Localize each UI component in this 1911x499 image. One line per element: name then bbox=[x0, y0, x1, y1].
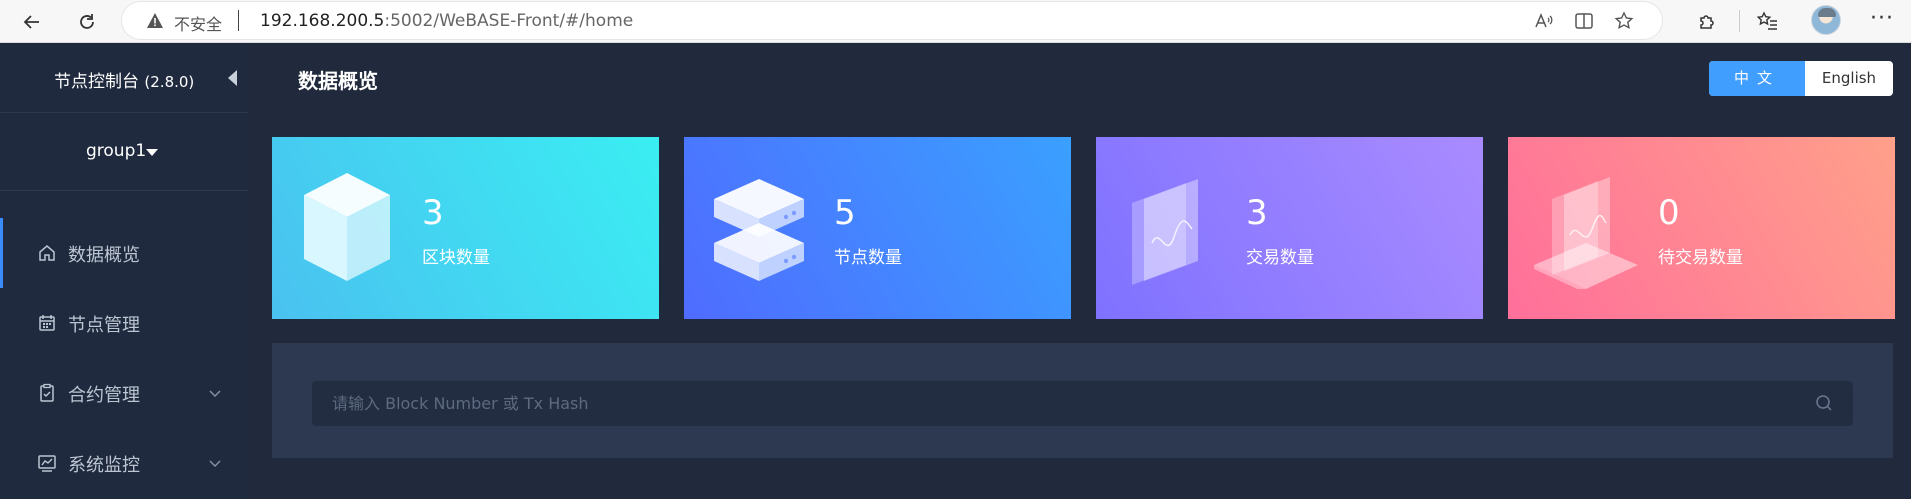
read-aloud-button[interactable] bbox=[1532, 9, 1556, 33]
warning-icon[interactable] bbox=[146, 12, 164, 29]
block-count-value: 3 bbox=[422, 193, 444, 233]
sidebar-item-node-management[interactable]: 节点管理 bbox=[0, 288, 248, 358]
chevron-down-icon[interactable] bbox=[208, 386, 222, 400]
home-icon bbox=[36, 242, 58, 264]
console-name: 节点控制台 bbox=[54, 72, 139, 92]
search-input[interactable] bbox=[312, 381, 1792, 426]
url-text[interactable]: 192.168.200.5:5002/WeBASE-Front/#/home bbox=[260, 11, 633, 31]
pending-transaction-icon bbox=[1534, 177, 1638, 289]
calendar-icon bbox=[36, 312, 58, 334]
sidebar-item-label: 系统监控 bbox=[68, 455, 140, 476]
favorites-list-icon bbox=[1757, 11, 1777, 30]
transaction-count-card[interactable]: 3 交易数量 bbox=[1096, 137, 1483, 319]
url-host: 192.168.200.5 bbox=[260, 11, 385, 31]
star-icon bbox=[1614, 11, 1634, 30]
language-switch[interactable]: 中文 English bbox=[1709, 61, 1893, 96]
sidebar-item-label: 数据概览 bbox=[68, 245, 140, 266]
sidebar-item-overview[interactable]: 数据概览 bbox=[0, 218, 248, 288]
url-path: :5002/WeBASE-Front/#/home bbox=[384, 11, 634, 31]
back-arrow-icon bbox=[23, 15, 39, 29]
lang-chinese-button[interactable]: 中文 bbox=[1709, 61, 1805, 96]
sidebar-header: 节点控制台 (2.8.0) bbox=[0, 43, 248, 113]
collapse-sidebar-icon[interactable] bbox=[228, 70, 237, 86]
search-box[interactable] bbox=[312, 381, 1853, 426]
url-divider bbox=[238, 10, 239, 31]
toolbar-divider bbox=[1739, 10, 1740, 32]
back-button[interactable] bbox=[16, 6, 48, 38]
read-aloud-icon bbox=[1535, 13, 1553, 28]
search-icon[interactable] bbox=[1814, 393, 1834, 413]
console-version: (2.8.0) bbox=[144, 73, 195, 91]
cube-icon bbox=[304, 173, 390, 281]
favorite-button[interactable] bbox=[1612, 9, 1636, 33]
sidebar-item-system-monitor[interactable]: 系统监控 bbox=[0, 428, 248, 498]
lang-english-button[interactable]: English bbox=[1805, 61, 1893, 96]
reader-view-button[interactable] bbox=[1572, 9, 1596, 33]
node-count-card[interactable]: 5 节点数量 bbox=[684, 137, 1071, 319]
pending-transaction-value: 0 bbox=[1658, 193, 1680, 233]
browser-toolbar: 不安全 192.168.200.5:5002/WeBASE-Front/#/ho… bbox=[0, 0, 1911, 43]
main-content: 数据概览 中文 English 3 区块数量 5 节点数量 3 交易数量 0 待… bbox=[248, 43, 1911, 499]
server-stack-icon bbox=[714, 179, 804, 281]
caret-down-icon[interactable] bbox=[146, 149, 158, 156]
reader-view-icon bbox=[1575, 13, 1593, 29]
extensions-button[interactable] bbox=[1694, 7, 1722, 35]
block-count-label: 区块数量 bbox=[422, 248, 490, 268]
reload-button[interactable] bbox=[71, 6, 103, 38]
pending-transaction-card[interactable]: 0 待交易数量 bbox=[1508, 137, 1895, 319]
console-title: 节点控制台 (2.8.0) bbox=[54, 67, 194, 92]
sidebar-item-contract-management[interactable]: 合约管理 bbox=[0, 358, 248, 428]
group-selector[interactable]: group1 bbox=[0, 113, 248, 191]
sidebar: 节点控制台 (2.8.0) group1 数据概览 节点管理 合约管理 系统监控 bbox=[0, 43, 248, 499]
reload-icon bbox=[80, 14, 94, 29]
clipboard-icon bbox=[36, 382, 58, 404]
profile-avatar[interactable] bbox=[1811, 5, 1841, 35]
transaction-count-label: 交易数量 bbox=[1246, 248, 1314, 268]
block-count-card[interactable]: 3 区块数量 bbox=[272, 137, 659, 319]
favorites-list-button[interactable] bbox=[1754, 7, 1782, 35]
search-panel bbox=[272, 343, 1893, 458]
more-options-icon[interactable]: ··· bbox=[1870, 6, 1894, 31]
insecure-label[interactable]: 不安全 bbox=[174, 11, 222, 35]
node-count-value: 5 bbox=[834, 193, 856, 233]
chevron-down-icon[interactable] bbox=[208, 456, 222, 470]
node-count-label: 节点数量 bbox=[834, 248, 902, 268]
address-bar[interactable]: 不安全 192.168.200.5:5002/WeBASE-Front/#/ho… bbox=[122, 2, 1662, 39]
transaction-count-value: 3 bbox=[1246, 193, 1268, 233]
puzzle-icon bbox=[1700, 15, 1714, 29]
transaction-chart-icon bbox=[1132, 179, 1198, 285]
page-title: 数据概览 bbox=[298, 69, 378, 93]
sidebar-item-label: 节点管理 bbox=[68, 315, 140, 336]
sidebar-item-label: 合约管理 bbox=[68, 385, 140, 406]
monitor-chart-icon bbox=[36, 452, 58, 474]
pending-transaction-label: 待交易数量 bbox=[1658, 248, 1743, 268]
group-name[interactable]: group1 bbox=[86, 141, 146, 161]
